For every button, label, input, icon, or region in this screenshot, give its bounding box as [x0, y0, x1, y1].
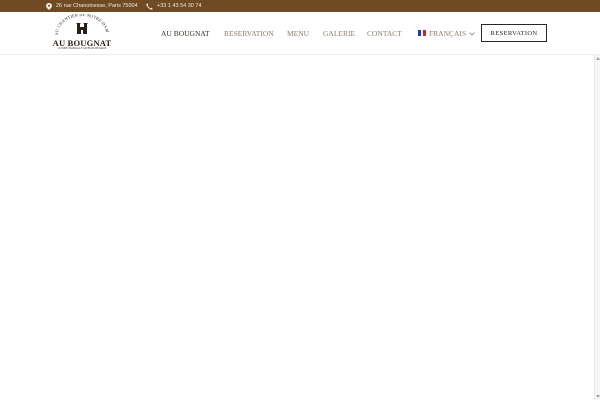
- chevron-down-icon: [469, 29, 475, 38]
- nav-item-reservation[interactable]: RESERVATION: [224, 12, 274, 54]
- top-info-bar: 26 rue Chanoinesse, Paris 75004 +33 1 43…: [0, 0, 600, 12]
- nav-item-au-bougnat[interactable]: AU BOUGNAT: [161, 12, 210, 54]
- nav-item-galerie[interactable]: GALERIE: [323, 12, 355, 54]
- map-pin-icon: [46, 2, 52, 10]
- scroll-up-icon[interactable]: [595, 54, 600, 62]
- nav-item-contact[interactable]: CONTACT: [367, 12, 402, 54]
- phone-icon: [146, 2, 153, 10]
- phone-text[interactable]: +33 1 43 54 30 74: [157, 3, 202, 9]
- language-selector[interactable]: FRANÇAIS: [418, 12, 475, 54]
- scrollbar[interactable]: [594, 54, 600, 400]
- address-text: 26 rue Chanoinesse, Paris 75004: [56, 3, 138, 9]
- address-info: 26 rue Chanoinesse, Paris 75004: [46, 0, 138, 12]
- phone-info[interactable]: +33 1 43 54 30 74: [146, 0, 202, 12]
- french-flag-icon: [418, 30, 427, 36]
- language-label: FRANÇAIS: [429, 28, 467, 38]
- reservation-button[interactable]: RESERVATION: [481, 24, 547, 42]
- scroll-down-icon[interactable]: [595, 392, 600, 400]
- nav-item-menu[interactable]: MENU: [287, 12, 309, 54]
